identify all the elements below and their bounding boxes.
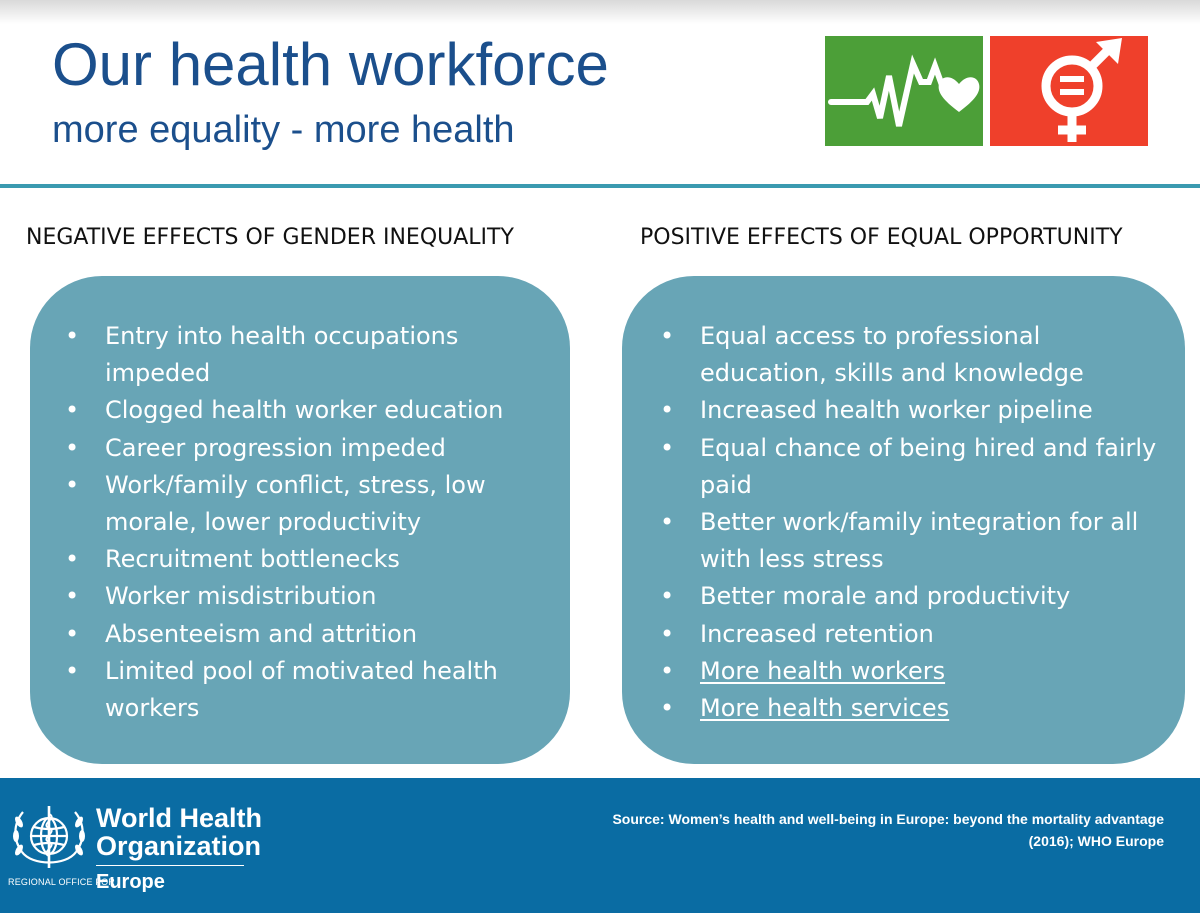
who-name: World Health Organization	[96, 804, 262, 860]
negative-effects-heading: NEGATIVE EFFECTS OF GENDER INEQUALITY	[26, 225, 514, 250]
sdg5-gender-equality-icon	[990, 36, 1148, 146]
list-item: Absenteeism and attrition	[65, 616, 550, 653]
who-logo-rule	[96, 865, 244, 866]
source-citation: Source: Women’s health and well-being in…	[612, 811, 1164, 849]
list-item: Better work/family integration for all w…	[660, 504, 1165, 578]
list-item-more-health-services: More health services	[660, 690, 1165, 727]
positive-effects-list: Equal access to professional education, …	[660, 318, 1165, 727]
footer-bar: World Health Organization REGIONAL OFFIC…	[0, 778, 1200, 913]
list-item: Work/family conflict, stress, low morale…	[65, 467, 550, 541]
page-title: Our health workforce	[52, 31, 609, 98]
list-item: Better morale and productivity	[660, 578, 1165, 615]
list-item: Equal access to professional education, …	[660, 318, 1165, 392]
negative-effects-list: Entry into health occupations impeded Cl…	[65, 318, 550, 727]
list-item: Recruitment bottlenecks	[65, 541, 550, 578]
negative-effects-panel: Entry into health occupations impeded Cl…	[30, 276, 570, 764]
header-divider	[0, 184, 1200, 188]
list-item: Career progression impeded	[65, 430, 550, 467]
sdg3-good-health-icon	[825, 36, 983, 146]
who-region-name: Europe	[96, 871, 165, 893]
list-item-more-health-workers: More health workers	[660, 653, 1165, 690]
who-name-line2: Organization	[96, 831, 262, 861]
page-subtitle: more equality - more health	[52, 109, 515, 151]
who-emblem-icon	[8, 800, 90, 878]
list-item: Worker misdistribution	[65, 578, 550, 615]
list-item: Clogged health worker education	[65, 392, 550, 429]
list-item: Equal chance of being hired and fairly p…	[660, 430, 1165, 504]
top-shadow	[0, 0, 1200, 24]
positive-effects-heading: POSITIVE EFFECTS OF EQUAL OPPORTUNITY	[640, 225, 1123, 250]
list-item: Entry into health occupations impeded	[65, 318, 550, 392]
who-name-line1: World Health	[96, 803, 263, 833]
underlined-text: More health workers	[700, 656, 946, 685]
underlined-text: More health services	[700, 694, 950, 723]
list-item: Increased health worker pipeline	[660, 392, 1165, 429]
list-item: Limited pool of motivated health workers	[65, 653, 550, 727]
list-item: Increased retention	[660, 616, 1165, 653]
positive-effects-panel: Equal access to professional education, …	[622, 276, 1185, 764]
